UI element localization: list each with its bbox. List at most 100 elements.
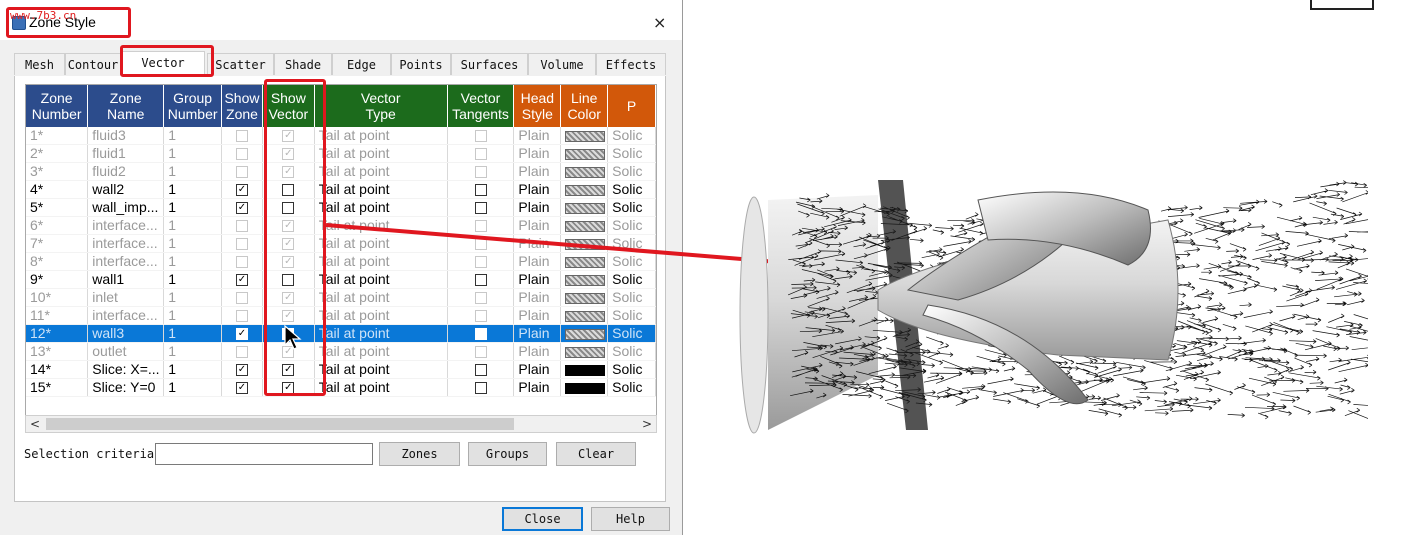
head-style-cell[interactable]: Plain	[513, 216, 562, 235]
vector-type-cell[interactable]: Tail at point	[314, 342, 448, 361]
vector-tangents-checkbox[interactable]	[474, 328, 487, 341]
zone-number-cell[interactable]: 8*	[26, 252, 89, 271]
vector-tangents-checkbox[interactable]	[474, 346, 487, 359]
vector-type-cell[interactable]: Tail at point	[314, 162, 448, 181]
table-row[interactable]: 2* fluid1 1 ✓ Tail at point Plain Solic	[26, 144, 656, 163]
tab-points[interactable]: Points	[391, 53, 451, 75]
vector-tangents-checkbox[interactable]	[474, 184, 487, 197]
zone-number-cell[interactable]: 9*	[26, 270, 89, 289]
zone-number-cell[interactable]: 10*	[26, 288, 89, 307]
show-zone-checkbox[interactable]: ✓	[235, 364, 248, 377]
head-style-cell[interactable]: Plain	[513, 270, 562, 289]
show-zone-checkbox[interactable]	[235, 130, 248, 143]
line-pattern-cell[interactable]: Solic	[607, 216, 656, 235]
tab-surfaces[interactable]: Surfaces	[451, 53, 528, 75]
group-number-cell[interactable]: 1	[163, 378, 223, 397]
show-zone-checkbox[interactable]	[235, 346, 248, 359]
line-pattern-cell[interactable]: Solic	[607, 324, 656, 343]
vector-type-cell[interactable]: Tail at point	[314, 324, 448, 343]
vector-type-cell[interactable]: Tail at point	[314, 180, 448, 199]
group-number-cell[interactable]: 1	[163, 234, 223, 253]
vector-type-cell[interactable]: Tail at point	[314, 216, 448, 235]
tab-edge[interactable]: Edge	[332, 53, 391, 75]
show-zone-checkbox[interactable]	[235, 148, 248, 161]
table-row[interactable]: 14* Slice: X=... 1 ✓ ✓ Tail at point Plain Soli…	[26, 360, 656, 379]
line-color-cell[interactable]	[560, 360, 609, 379]
show-zone-checkbox[interactable]	[235, 256, 248, 269]
vector-type-cell[interactable]: Tail at point	[314, 234, 448, 253]
line-pattern-cell[interactable]: Solic	[607, 378, 656, 397]
head-style-cell[interactable]: Plain	[513, 324, 562, 343]
table-row[interactable]: 5* wall_imp... 1 ✓ Tail at point Plain Solic	[26, 198, 656, 217]
column-header[interactable]: Zone Number	[26, 85, 89, 127]
group-number-cell[interactable]: 1	[163, 162, 223, 181]
line-pattern-cell[interactable]: Solic	[607, 306, 656, 325]
vector-type-cell[interactable]: Tail at point	[314, 144, 448, 163]
group-number-cell[interactable]: 1	[163, 144, 223, 163]
table-row[interactable]: 15* Slice: Y=0 1 ✓ ✓ Tail at point Plain Solic	[26, 378, 656, 397]
group-number-cell[interactable]: 1	[163, 324, 223, 343]
vector-tangents-checkbox[interactable]	[474, 256, 487, 269]
zone-number-cell[interactable]: 13*	[26, 342, 89, 361]
zones-button[interactable]: Zones	[379, 442, 460, 466]
vector-tangents-checkbox[interactable]	[474, 148, 487, 161]
line-color-cell[interactable]	[560, 252, 609, 271]
column-header[interactable]: Show Zone	[221, 85, 263, 127]
show-zone-checkbox[interactable]: ✓	[235, 202, 248, 215]
vector-tangents-checkbox[interactable]	[474, 130, 487, 143]
head-style-cell[interactable]: Plain	[513, 127, 562, 145]
zone-name-cell[interactable]: outlet	[87, 342, 165, 361]
scrollbar-thumb[interactable]	[46, 418, 514, 430]
line-pattern-cell[interactable]: Solic	[607, 234, 656, 253]
head-style-cell[interactable]: Plain	[513, 342, 562, 361]
vector-tangents-checkbox[interactable]	[474, 238, 487, 251]
column-header[interactable]: P	[607, 85, 656, 127]
vector-tangents-checkbox[interactable]	[474, 274, 487, 287]
table-row[interactable]: 13* outlet 1 ✓ Tail at point Plain Solic	[26, 342, 656, 361]
vector-tangents-checkbox[interactable]	[474, 310, 487, 323]
line-color-cell[interactable]	[560, 270, 609, 289]
close-button[interactable]: Close	[502, 507, 583, 531]
line-pattern-cell[interactable]: Solic	[607, 162, 656, 181]
zone-number-cell[interactable]: 14*	[26, 360, 89, 379]
help-button[interactable]: Help	[591, 507, 670, 531]
head-style-cell[interactable]: Plain	[513, 144, 562, 163]
zone-name-cell[interactable]: fluid3	[87, 127, 165, 145]
show-zone-checkbox[interactable]: ✓	[235, 328, 248, 341]
vector-type-cell[interactable]: Tail at point	[314, 270, 448, 289]
vector-type-cell[interactable]: Tail at point	[314, 378, 448, 397]
column-header[interactable]: Vector Tangents	[447, 85, 515, 127]
clear-button[interactable]: Clear	[556, 442, 636, 466]
head-style-cell[interactable]: Plain	[513, 252, 562, 271]
vector-type-cell[interactable]: Tail at point	[314, 360, 448, 379]
scroll-left-icon[interactable]: <	[26, 416, 44, 432]
table-row[interactable]: 9* wall1 1 ✓ Tail at point Plain Solic	[26, 270, 656, 289]
zone-name-cell[interactable]: wall1	[87, 270, 165, 289]
column-header[interactable]: Vector Type	[314, 85, 448, 127]
zone-number-cell[interactable]: 12*	[26, 324, 89, 343]
zone-number-cell[interactable]: 11*	[26, 306, 89, 325]
zone-name-cell[interactable]: inlet	[87, 288, 165, 307]
scroll-right-icon[interactable]: >	[638, 416, 656, 432]
show-zone-checkbox[interactable]	[235, 292, 248, 305]
selection-criteria-input[interactable]	[155, 443, 373, 465]
zone-number-cell[interactable]: 3*	[26, 162, 89, 181]
line-pattern-cell[interactable]: Solic	[607, 144, 656, 163]
zone-name-cell[interactable]: wall_imp...	[87, 198, 165, 217]
tab-contour[interactable]: Contour	[65, 53, 121, 75]
line-pattern-cell[interactable]: Solic	[607, 180, 656, 199]
tab-shade[interactable]: Shade	[274, 53, 332, 75]
zone-number-cell[interactable]: 4*	[26, 180, 89, 199]
vector-tangents-checkbox[interactable]	[474, 202, 487, 215]
line-color-cell[interactable]	[560, 198, 609, 217]
group-number-cell[interactable]: 1	[163, 270, 223, 289]
table-row[interactable]: 7* interface... 1 ✓ Tail at point Plain Solic	[26, 234, 656, 253]
vector-type-cell[interactable]: Tail at point	[314, 127, 448, 145]
vector-tangents-checkbox[interactable]	[474, 292, 487, 305]
line-color-cell[interactable]	[560, 324, 609, 343]
group-number-cell[interactable]: 1	[163, 198, 223, 217]
zone-name-cell[interactable]: fluid2	[87, 162, 165, 181]
line-color-cell[interactable]	[560, 127, 609, 145]
tab-volume[interactable]: Volume	[528, 53, 596, 75]
zone-number-cell[interactable]: 2*	[26, 144, 89, 163]
